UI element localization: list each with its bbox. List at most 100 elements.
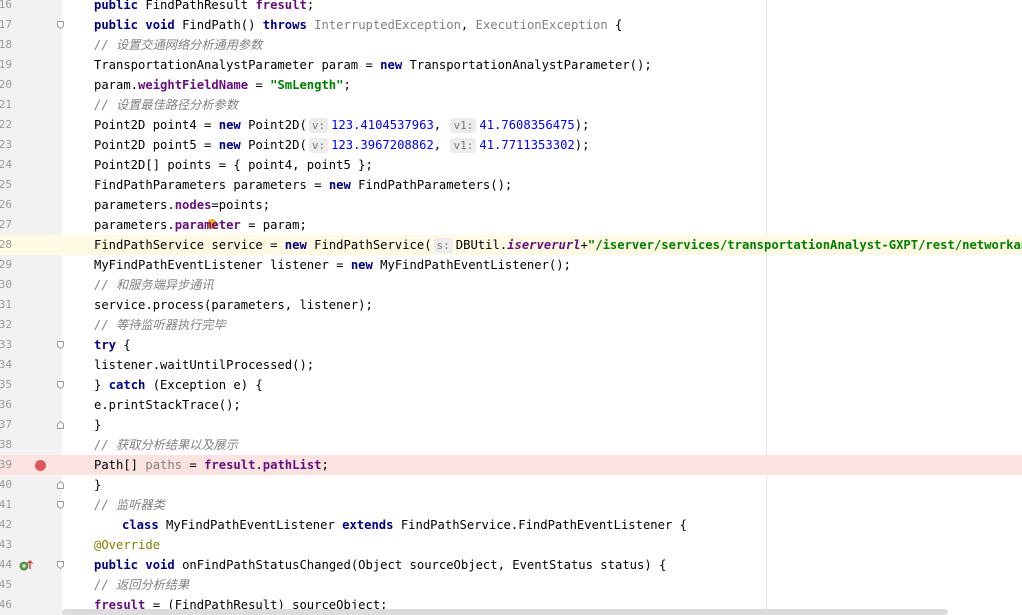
code-line-36[interactable]: 36 e.printStackTrace(); (0, 395, 1022, 415)
field-name: weightFieldName (138, 78, 249, 92)
code-line-32[interactable]: 32 // 等待监听器执行完毕 (0, 315, 1022, 335)
code-text[interactable]: MyFindPathEventListener listener = new M… (94, 255, 571, 275)
code-text[interactable]: } catch (Exception e) { (94, 375, 263, 395)
code-text[interactable]: public FindPathResult fresult; (94, 0, 314, 15)
punct: ; (343, 78, 351, 92)
comment[interactable]: // 设置最佳路径分析参数 (94, 95, 238, 115)
comment[interactable]: // 返回分析结果 (94, 575, 189, 595)
parameter-hint: v: (308, 138, 329, 153)
keyword: public (94, 558, 139, 572)
override-gutter-icon[interactable] (19, 559, 33, 571)
code-text[interactable]: public void onFindPathStatusChanged(Obje… (94, 555, 666, 575)
line-number: 30 (0, 278, 12, 291)
code-text[interactable]: class MyFindPathEventListener extends Fi… (122, 515, 687, 535)
code-text[interactable]: param.weightFieldName = "SmLength"; (94, 75, 351, 95)
code-text[interactable]: listener.waitUntilProcessed(); (94, 355, 314, 375)
code-text[interactable]: Point2D point5 = new Point2D(v: 123.39672… (94, 135, 589, 155)
punct: ); (574, 118, 590, 132)
punct: , (433, 118, 442, 132)
fold-icon[interactable] (57, 421, 64, 429)
line-number: 45 (0, 578, 12, 591)
code-text[interactable]: } (94, 475, 101, 495)
code-line-16[interactable]: 16 public FindPathResult fresult; (0, 0, 1022, 15)
fold-icon[interactable] (57, 21, 64, 29)
code-line-25[interactable]: 25 FindPathParameters parameters = new F… (0, 175, 1022, 195)
code-line-18[interactable]: 18 // 设置交通网络分析通用参数 (0, 35, 1022, 55)
code-text[interactable]: FindPathService service = new FindPathSe… (94, 235, 1022, 255)
code-line-38[interactable]: 38 // 获取分析结果以及展示 (0, 435, 1022, 455)
code-line-30[interactable]: 30 // 和服务端异步通讯 (0, 275, 1022, 295)
code-line-43[interactable]: 43 @Override (0, 535, 1022, 555)
punct: . (255, 458, 263, 472)
parameter-hint: s: (433, 238, 453, 253)
code-text[interactable]: e.printStackTrace(); (94, 395, 241, 415)
code-text[interactable]: Path[] paths = fresult.pathList; (94, 455, 329, 475)
code-line-28[interactable]: 28 FindPathService service = new FindPat… (0, 235, 1022, 255)
code-fragment: Path[] (94, 458, 146, 472)
line-number: 41 (0, 498, 12, 511)
code-line-23[interactable]: 23 Point2D point5 = new Point2D(v: 123.39… (0, 135, 1022, 155)
code-text[interactable]: FindPathParameters parameters = new Find… (94, 175, 512, 195)
code-line-45[interactable]: 45 // 返回分析结果 (0, 575, 1022, 595)
code-text[interactable]: parameters.nodes=points; (94, 195, 270, 215)
code-line-41[interactable]: 41 // 监听器类 (0, 495, 1022, 515)
code-text[interactable]: } (94, 415, 101, 435)
code-line-20[interactable]: 20 param.weightFieldName = "SmLength"; (0, 75, 1022, 95)
keyword: public (94, 18, 139, 32)
code-fragment: MyFindPathEventListener (158, 518, 343, 532)
code-fragment: MyFindPathEventListener(); (380, 258, 571, 272)
code-text[interactable]: try { (94, 335, 131, 355)
parameter-hint: v: (308, 118, 329, 133)
line-number: 24 (0, 158, 12, 171)
breakpoint-icon[interactable] (35, 460, 46, 471)
comment[interactable]: // 监听器类 (94, 495, 165, 515)
code-line-26[interactable]: 26 parameters.nodes=points; (0, 195, 1022, 215)
code-line-34[interactable]: 34 listener.waitUntilProcessed(); (0, 355, 1022, 375)
code-line-42[interactable]: 42 class MyFindPathEventListener extends… (0, 515, 1022, 535)
annotation[interactable]: @Override (94, 535, 160, 555)
fold-icon[interactable] (57, 481, 64, 489)
comment[interactable]: // 和服务端异步通讯 (94, 275, 214, 295)
static-field: iserverurl (507, 238, 581, 252)
parameter-hint: v1: (450, 138, 477, 153)
code-line-22[interactable]: 22 Point2D point4 = new Point2D(v: 123.41… (0, 115, 1022, 135)
code-fragment: } (94, 378, 109, 392)
string-literal: "SmLength" (270, 78, 344, 92)
code-line-27[interactable]: 27 parameters.parameter = param; (0, 215, 1022, 235)
fold-icon[interactable] (57, 381, 64, 389)
code-line-31[interactable]: 31 service.process(parameters, listener)… (0, 295, 1022, 315)
code-text[interactable]: parameters.parameter = param; (94, 215, 307, 235)
code-line-39[interactable]: 39 Path[] paths = fresult.pathList; (0, 455, 1022, 475)
code-text[interactable]: Point2D[] points = { point4, point5 }; (94, 155, 373, 175)
line-number: 17 (0, 18, 12, 31)
code-line-21[interactable]: 21 // 设置最佳路径分析参数 (0, 95, 1022, 115)
code-line-35[interactable]: 35 } catch (Exception e) { (0, 375, 1022, 395)
code-text[interactable]: TransportationAnalystParameter param = n… (94, 55, 652, 75)
code-line-17[interactable]: 17 public void FindPath() throws Interru… (0, 15, 1022, 35)
code-text[interactable]: Point2D point4 = new Point2D(v: 123.41045… (94, 115, 589, 135)
comment[interactable]: // 获取分析结果以及展示 (94, 435, 238, 455)
keyword: new (350, 258, 373, 272)
fold-icon[interactable] (57, 501, 64, 509)
line-number: 44 (0, 558, 12, 571)
code-text[interactable]: public void FindPath() throws Interrupte… (94, 15, 622, 35)
keyword: new (328, 178, 351, 192)
code-line-33[interactable]: 33 try { (0, 335, 1022, 355)
code-line-44[interactable]: 44 public void onFindPathStatusChanged(O… (0, 555, 1022, 575)
fold-icon[interactable] (57, 341, 64, 349)
code-line-29[interactable]: 29 MyFindPathEventListener listener = ne… (0, 255, 1022, 275)
line-number: 33 (0, 338, 12, 351)
horizontal-scrollbar[interactable] (62, 609, 948, 615)
code-line-40[interactable]: 40 } (0, 475, 1022, 495)
code-line-24[interactable]: 24 Point2D[] points = { point4, point5 }… (0, 155, 1022, 175)
code-text[interactable]: service.process(parameters, listener); (94, 295, 373, 315)
fold-icon[interactable] (57, 561, 64, 569)
code-fragment: FindPathParameters(); (358, 178, 513, 192)
code-fragment: parameters. (94, 218, 175, 232)
code-fragment: =points; (211, 198, 271, 212)
comment[interactable]: // 等待监听器执行完毕 (94, 315, 226, 335)
line-number: 16 (0, 0, 12, 11)
code-line-37[interactable]: 37 } (0, 415, 1022, 435)
comment[interactable]: // 设置交通网络分析通用参数 (94, 35, 262, 55)
code-line-19[interactable]: 19 TransportationAnalystParameter param … (0, 55, 1022, 75)
